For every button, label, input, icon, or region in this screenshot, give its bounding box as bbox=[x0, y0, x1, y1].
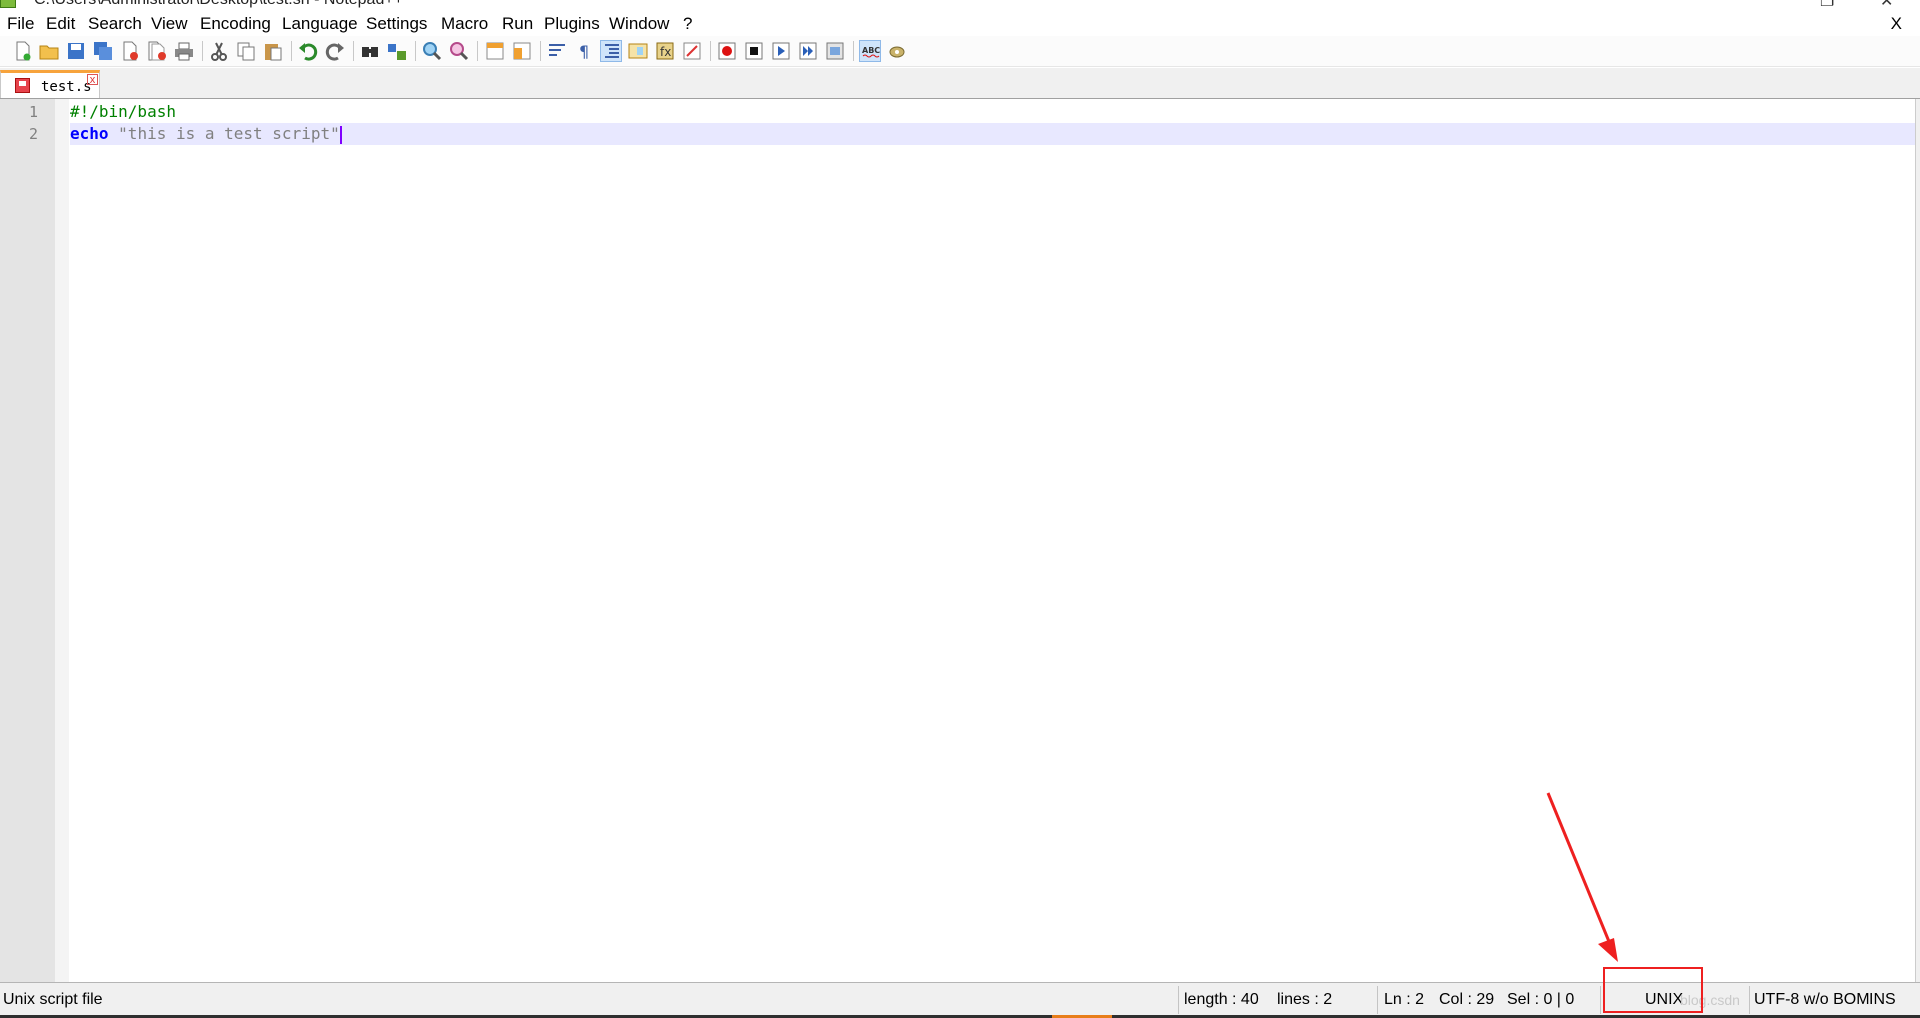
redo-icon[interactable] bbox=[324, 40, 346, 62]
status-length: length : 40 bbox=[1184, 991, 1259, 1008]
save-macro-icon[interactable] bbox=[824, 40, 846, 62]
open-file-icon[interactable] bbox=[38, 40, 60, 62]
code-line-current[interactable]: echo "this is a test script" bbox=[70, 123, 1916, 145]
svg-text:ABC: ABC bbox=[862, 46, 880, 55]
tab-label: test.s bbox=[41, 79, 92, 95]
menu-bar: File Edit Search View Encoding Language … bbox=[0, 12, 1920, 36]
sync-vertical-icon[interactable] bbox=[484, 40, 506, 62]
new-file-icon[interactable] bbox=[12, 40, 34, 62]
status-lines: lines : 2 bbox=[1277, 991, 1333, 1008]
folder-as-workspace-icon[interactable] bbox=[681, 40, 703, 62]
word-wrap-icon[interactable] bbox=[546, 40, 568, 62]
menu-edit[interactable]: Edit bbox=[46, 14, 75, 34]
menu-macro[interactable]: Macro bbox=[441, 14, 488, 34]
tab-close-icon[interactable]: x bbox=[87, 74, 98, 86]
vertical-scrollbar[interactable] bbox=[1915, 99, 1920, 983]
text-caret bbox=[339, 125, 342, 144]
close-icon[interactable] bbox=[119, 40, 141, 62]
code-token-comment: #!/bin/bash bbox=[70, 102, 176, 121]
notepadpp-icon bbox=[0, 0, 16, 8]
paste-icon[interactable] bbox=[262, 40, 284, 62]
tab-bar: test.s x bbox=[0, 68, 1920, 99]
menu-search[interactable]: Search bbox=[88, 14, 142, 34]
status-encoding[interactable]: UTF-8 w/o BOM bbox=[1754, 991, 1870, 1009]
menu-encoding[interactable]: Encoding bbox=[200, 14, 271, 34]
spell-check-icon[interactable]: ABC bbox=[859, 40, 881, 62]
document-map-icon[interactable] bbox=[627, 40, 649, 62]
sync-horizontal-icon[interactable] bbox=[511, 40, 533, 62]
show-all-characters-icon[interactable]: ¶ bbox=[573, 40, 595, 62]
cut-icon[interactable] bbox=[208, 40, 230, 62]
save-all-icon[interactable] bbox=[92, 40, 114, 62]
line-number: 2 bbox=[28, 125, 38, 143]
menu-file[interactable]: File bbox=[7, 14, 34, 34]
svg-text:fx: fx bbox=[660, 45, 671, 59]
undo-icon[interactable] bbox=[297, 40, 319, 62]
stop-recording-icon[interactable] bbox=[743, 40, 765, 62]
line-number: 1 bbox=[28, 103, 38, 121]
copy-icon[interactable] bbox=[235, 40, 257, 62]
window-title: C:\Users\Administrator\Desktop\test.sh -… bbox=[34, 0, 403, 9]
code-line[interactable]: #!/bin/bash bbox=[70, 101, 1916, 123]
indent-guide-icon[interactable] bbox=[600, 40, 622, 62]
find-icon[interactable] bbox=[359, 40, 381, 62]
close-icon[interactable]: ✕ bbox=[1880, 0, 1893, 10]
status-col: Col : 29 bbox=[1439, 991, 1495, 1008]
editor-area[interactable]: 1 2 #!/bin/bash echo "this is a test scr… bbox=[0, 98, 1920, 983]
status-sel: Sel : 0 | 0 bbox=[1507, 991, 1575, 1008]
print-icon[interactable] bbox=[173, 40, 195, 62]
save-icon bbox=[15, 78, 30, 93]
plugin-icon[interactable] bbox=[886, 40, 908, 62]
menu-view[interactable]: View bbox=[151, 14, 188, 34]
run-macro-multiple-icon[interactable] bbox=[797, 40, 819, 62]
menu-window[interactable]: Window bbox=[609, 14, 669, 34]
menu-language[interactable]: Language bbox=[282, 14, 358, 34]
zoom-out-icon[interactable] bbox=[448, 40, 470, 62]
svg-text:¶: ¶ bbox=[579, 42, 589, 61]
menu-help[interactable]: ? bbox=[683, 14, 692, 34]
code-token-keyword: echo bbox=[70, 124, 109, 143]
close-all-icon[interactable] bbox=[146, 40, 168, 62]
code-token-string: "this is a test script" bbox=[118, 124, 340, 143]
zoom-in-icon[interactable] bbox=[421, 40, 443, 62]
playback-macro-icon[interactable] bbox=[770, 40, 792, 62]
status-file-type: Unix script file bbox=[3, 991, 103, 1008]
status-ln: Ln : 2 bbox=[1384, 991, 1425, 1008]
annotation-highlight-box bbox=[1603, 967, 1703, 1013]
save-icon[interactable] bbox=[65, 40, 87, 62]
toolbar: ¶ fx ABC bbox=[0, 36, 1920, 67]
restore-icon[interactable]: ❐ bbox=[1820, 0, 1834, 10]
title-bar: C:\Users\Administrator\Desktop\test.sh -… bbox=[0, 0, 1920, 10]
close-document-button[interactable]: X bbox=[1891, 14, 1902, 34]
menu-run[interactable]: Run bbox=[502, 14, 533, 34]
function-list-icon[interactable]: fx bbox=[654, 40, 676, 62]
menu-plugins[interactable]: Plugins bbox=[544, 14, 600, 34]
fold-margin[interactable] bbox=[55, 99, 69, 983]
tab-test-sh[interactable]: test.s x bbox=[0, 70, 100, 98]
status-insert-mode[interactable]: INS bbox=[1869, 991, 1896, 1009]
record-macro-icon[interactable] bbox=[716, 40, 738, 62]
line-number-gutter: 1 2 bbox=[0, 99, 55, 983]
replace-icon[interactable] bbox=[386, 40, 408, 62]
menu-settings[interactable]: Settings bbox=[366, 14, 427, 34]
